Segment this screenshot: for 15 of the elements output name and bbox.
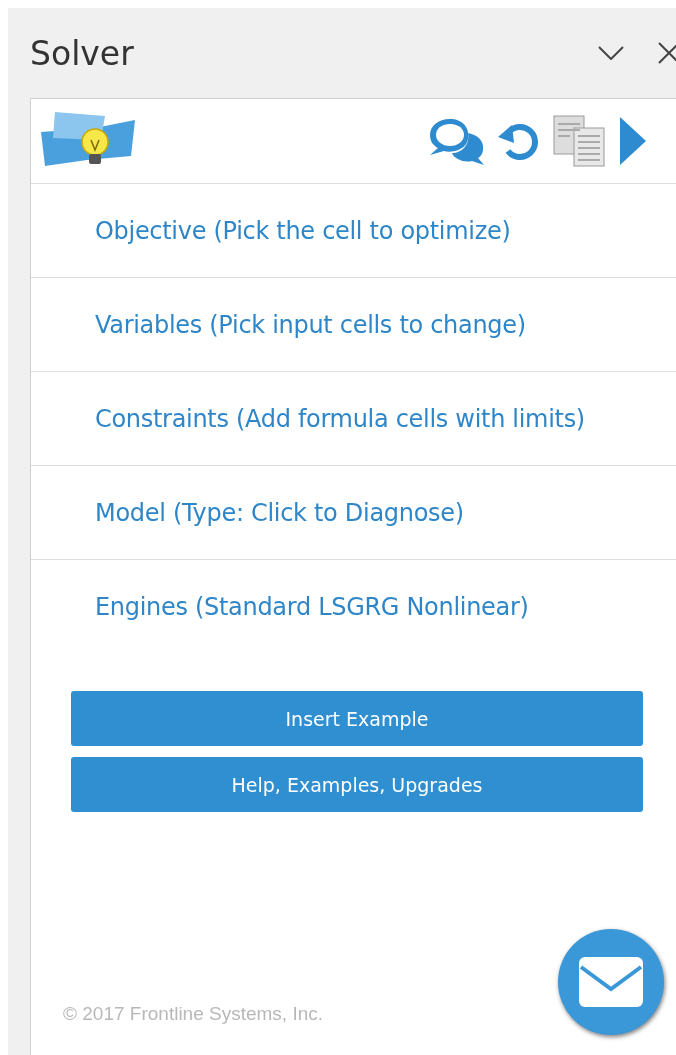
play-icon[interactable] [618,115,648,167]
pane-title: Solver [30,33,135,73]
copy-documents-icon[interactable] [552,114,608,168]
mail-button[interactable] [558,929,664,1035]
action-button[interactable]: Help, Examples, Upgrades [71,757,643,812]
section-link[interactable]: Objective (Pick the cell to optimize) [95,216,511,245]
close-icon[interactable] [658,42,676,64]
copyright-text: © 2017 Frontline Systems, Inc. [63,1003,324,1025]
action-button[interactable]: Insert Example [71,691,643,746]
section-link[interactable]: Variables (Pick input cells to change) [95,310,526,339]
section-link[interactable]: Model (Type: Click to Diagnose) [95,498,464,527]
section-link[interactable]: Constraints (Add formula cells with limits) [95,404,585,433]
section-link[interactable]: Engines (Standard LSGRG Nonlinear) [95,592,529,621]
envelope-icon [579,957,643,1007]
chevron-down-icon[interactable] [598,46,624,60]
